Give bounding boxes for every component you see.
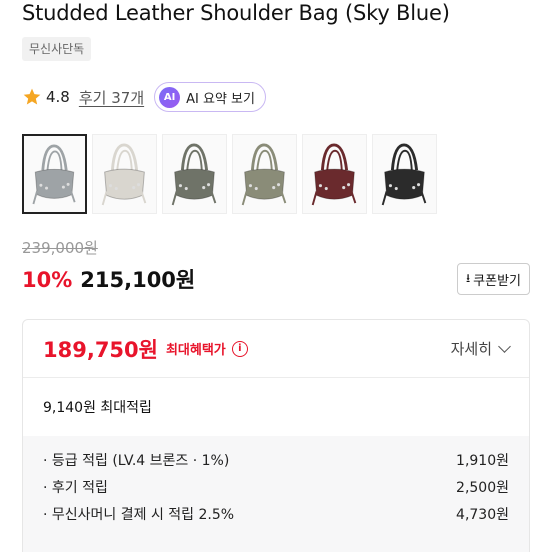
points-breakdown: · 등급 적립 (LV.4 브론즈 · 1%) 1,910원 · 후기 적립 2…: [23, 436, 529, 552]
thumbnail-list: [22, 134, 437, 214]
thumbnail-sky-blue[interactable]: [22, 134, 87, 214]
price-row: 10% 215,100원: [22, 264, 195, 294]
discount-rate: 10%: [22, 268, 73, 292]
coupon-label: 쿠폰받기: [473, 273, 521, 289]
detail-toggle[interactable]: 자세히: [450, 338, 511, 359]
points-total: 9,140원 최대적립: [43, 400, 152, 416]
benefit-card: 189,750원 최대혜택가 i 자세히 9,140원 최대적립 · 등급 적립…: [22, 319, 530, 552]
rating-row: 4.8 후기 37개 AI AI 요약 보기: [22, 82, 266, 112]
breakdown-row: · 등급 적립 (LV.4 브론즈 · 1%) 1,910원: [43, 446, 509, 473]
bag-image: [101, 143, 147, 206]
breakdown-label: · 무신사머니 결제 시 적립 2.5%: [43, 506, 235, 523]
breakdown-label: · 후기 적립: [43, 479, 108, 496]
bag-image: [241, 143, 287, 206]
breakdown-value: 2,500원: [456, 479, 509, 496]
ai-summary-label: AI 요약 보기: [186, 91, 255, 107]
bag-image: [171, 143, 217, 206]
coupon-button[interactable]: ⭳ 쿠폰받기: [456, 263, 530, 295]
breakdown-label: · 등급 적립 (LV.4 브론즈 · 1%): [43, 452, 230, 469]
ai-icon: AI: [159, 86, 181, 108]
ai-summary-button[interactable]: AI AI 요약 보기: [154, 82, 266, 112]
exclusive-badge: 무신사단독: [22, 37, 92, 61]
chevron-down-icon: [498, 339, 511, 353]
star-icon: [23, 88, 41, 105]
product-title: Studded Leather Shoulder Bag (Sky Blue): [22, 1, 450, 25]
thumbnail-burgundy[interactable]: [302, 134, 367, 214]
bag-image: [311, 143, 357, 206]
breakdown-row: · 무신사머니 결제 시 적립 2.5% 4,730원: [43, 500, 509, 527]
max-benefit-label: 최대혜택가: [165, 343, 226, 358]
info-icon[interactable]: i: [231, 340, 248, 357]
breakdown-row: · 후기 적립 2,500원: [43, 473, 509, 500]
bag-image: [32, 144, 76, 205]
breakdown-value: 4,730원: [456, 506, 509, 523]
max-benefit-price: 189,750원: [43, 337, 158, 362]
bag-image: [381, 143, 427, 206]
breakdown-value: 1,910원: [456, 452, 509, 469]
sale-price: 215,100원: [80, 268, 196, 292]
thumbnail-black[interactable]: [372, 134, 437, 214]
download-icon: ⭳: [465, 270, 471, 285]
rating-value: 4.8: [46, 88, 70, 106]
original-price: 239,000원: [22, 239, 98, 257]
thumbnail-olive[interactable]: [232, 134, 297, 214]
thumbnail-khaki[interactable]: [162, 134, 227, 214]
reviews-link[interactable]: 후기 37개: [79, 87, 144, 108]
thumbnail-ivory[interactable]: [92, 134, 157, 214]
detail-label: 자세히: [450, 340, 492, 358]
benefit-header: 189,750원 최대혜택가 i 자세히: [23, 320, 529, 378]
